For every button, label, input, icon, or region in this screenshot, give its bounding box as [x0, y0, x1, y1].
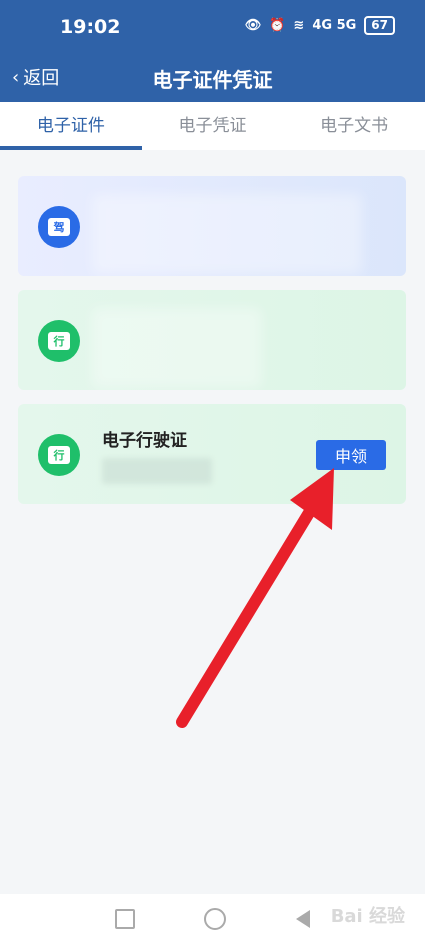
- card-list: 驾 行 行 电子行驶证 申领: [18, 176, 406, 518]
- status-bar: 19:02 👁 ⏰ ≋ 4G 5G 67: [0, 0, 425, 56]
- recent-apps-icon[interactable]: [114, 909, 135, 929]
- home-icon[interactable]: [204, 908, 227, 930]
- blurred-subtitle: [102, 458, 212, 484]
- back-triangle-icon[interactable]: [296, 910, 311, 928]
- network-label: 4G 5G: [312, 18, 357, 33]
- tab-electronic-certificate[interactable]: 电子证件: [0, 102, 142, 150]
- card-vehicle-license-2[interactable]: 行 电子行驶证 申领: [18, 404, 406, 504]
- driver-license-icon: 驾: [38, 206, 80, 248]
- vehicle-license-icon: 行: [38, 320, 80, 362]
- tab-electronic-voucher[interactable]: 电子凭证: [142, 102, 284, 150]
- battery-icon: 67: [364, 16, 395, 35]
- alarm-icon: ⏰: [269, 18, 286, 33]
- page-title: 电子证件凭证: [152, 68, 273, 92]
- apply-button[interactable]: 申领: [316, 440, 386, 470]
- card-title: 电子行驶证: [102, 431, 187, 451]
- tab-bar: 电子证件 电子凭证 电子文书: [0, 102, 425, 150]
- blurred-content: [92, 194, 362, 274]
- tab-electronic-document[interactable]: 电子文书: [283, 102, 425, 150]
- card-driver-license[interactable]: 驾: [18, 176, 406, 276]
- wifi-icon: ≋: [293, 18, 305, 33]
- eye-icon: 👁: [244, 18, 262, 33]
- card-vehicle-license-1[interactable]: 行: [18, 290, 406, 390]
- watermark: Bai 经验: [330, 906, 405, 927]
- status-icons: 👁 ⏰ ≋ 4G 5G 67: [245, 16, 395, 35]
- blurred-content: [92, 308, 262, 388]
- vehicle-license-icon: 行: [38, 434, 80, 476]
- nav-bar: ‹ 返回 电子证件凭证: [0, 56, 425, 102]
- status-time: 19:02: [60, 16, 121, 38]
